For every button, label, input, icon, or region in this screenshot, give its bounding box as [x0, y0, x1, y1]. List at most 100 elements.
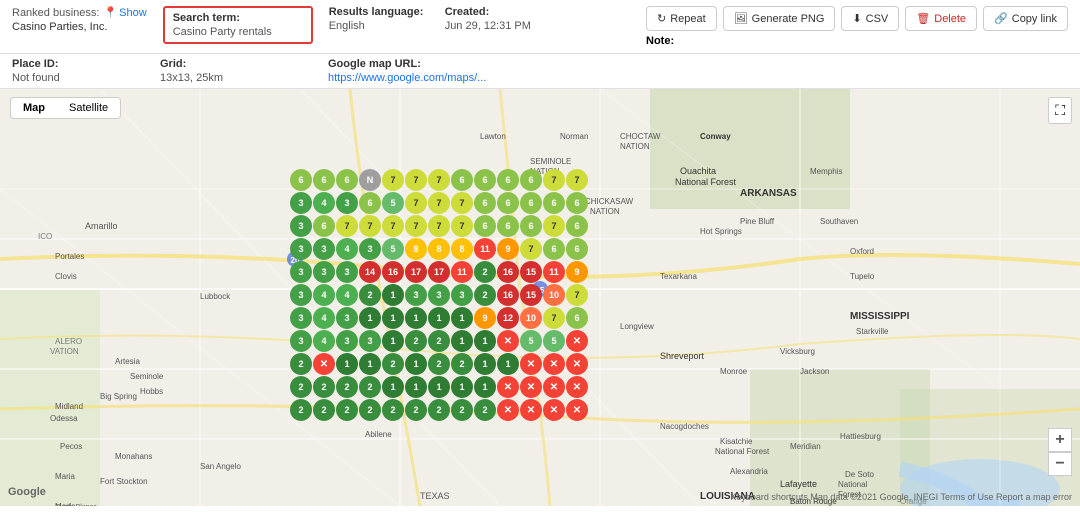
grid-cell[interactable]: 7: [566, 169, 588, 191]
grid-cell[interactable]: ✕: [543, 399, 565, 421]
grid-cell[interactable]: 6: [290, 169, 312, 191]
grid-cell[interactable]: 16: [497, 261, 519, 283]
grid-cell[interactable]: 14: [359, 261, 381, 283]
grid-cell[interactable]: 1: [474, 353, 496, 375]
grid-cell[interactable]: 1: [336, 353, 358, 375]
zoom-in-button[interactable]: +: [1048, 428, 1072, 452]
grid-cell[interactable]: ✕: [566, 353, 588, 375]
grid-cell[interactable]: ✕: [543, 376, 565, 398]
grid-cell[interactable]: 7: [520, 238, 542, 260]
grid-cell[interactable]: ✕: [520, 399, 542, 421]
grid-cell[interactable]: 1: [405, 353, 427, 375]
grid-cell[interactable]: ✕: [520, 376, 542, 398]
grid-cell[interactable]: [359, 445, 381, 467]
grid-cell[interactable]: [543, 422, 565, 444]
grid-cell[interactable]: [451, 422, 473, 444]
grid-cell[interactable]: 1: [497, 353, 519, 375]
grid-cell[interactable]: 6: [497, 169, 519, 191]
grid-cell[interactable]: 3: [336, 330, 358, 352]
grid-cell[interactable]: 5: [382, 192, 404, 214]
grid-cell[interactable]: [520, 422, 542, 444]
grid-cell[interactable]: 11: [474, 238, 496, 260]
grid-cell[interactable]: [474, 422, 496, 444]
grid-cell[interactable]: 3: [290, 284, 312, 306]
grid-cell[interactable]: 10: [543, 284, 565, 306]
grid-cell[interactable]: 1: [359, 353, 381, 375]
grid-cell[interactable]: 6: [313, 169, 335, 191]
grid-cell[interactable]: [497, 422, 519, 444]
grid-cell[interactable]: ✕: [497, 330, 519, 352]
grid-cell[interactable]: 7: [451, 215, 473, 237]
grid-cell[interactable]: 1: [405, 307, 427, 329]
zoom-out-button[interactable]: −: [1048, 452, 1072, 476]
grid-cell[interactable]: 9: [474, 307, 496, 329]
grid-cell[interactable]: 2: [428, 330, 450, 352]
grid-cell[interactable]: 7: [428, 169, 450, 191]
grid-cell[interactable]: [566, 422, 588, 444]
grid-cell[interactable]: 1: [405, 376, 427, 398]
grid-cell[interactable]: [359, 422, 381, 444]
grid-cell[interactable]: 4: [313, 307, 335, 329]
grid-cell[interactable]: 3: [451, 284, 473, 306]
grid-cell[interactable]: 15: [520, 284, 542, 306]
grid-cell[interactable]: 2: [451, 399, 473, 421]
fullscreen-button[interactable]: ⛶: [1048, 97, 1072, 124]
grid-cell[interactable]: 6: [520, 192, 542, 214]
grid-cell[interactable]: 1: [451, 307, 473, 329]
grid-cell[interactable]: 3: [336, 192, 358, 214]
grid-cell[interactable]: 17: [405, 261, 427, 283]
grid-cell[interactable]: 6: [543, 238, 565, 260]
grid-cell[interactable]: 4: [313, 330, 335, 352]
grid-cell[interactable]: 11: [451, 261, 473, 283]
grid-cell[interactable]: 3: [336, 261, 358, 283]
grid-cell[interactable]: 2: [428, 399, 450, 421]
grid-cell[interactable]: 7: [382, 169, 404, 191]
grid-cell[interactable]: [474, 445, 496, 467]
grid-cell[interactable]: [497, 445, 519, 467]
grid-cell[interactable]: 7: [428, 215, 450, 237]
grid-cell[interactable]: ✕: [497, 399, 519, 421]
grid-cell[interactable]: [428, 422, 450, 444]
grid-cell[interactable]: 4: [313, 284, 335, 306]
grid-cell[interactable]: 2: [451, 353, 473, 375]
grid-cell[interactable]: 6: [566, 215, 588, 237]
grid-cell[interactable]: [336, 445, 358, 467]
grid-cell[interactable]: 2: [474, 399, 496, 421]
grid-cell[interactable]: 1: [428, 376, 450, 398]
grid-cell[interactable]: 6: [543, 192, 565, 214]
grid-cell[interactable]: 7: [451, 192, 473, 214]
grid-cell[interactable]: [382, 422, 404, 444]
csv-button[interactable]: ⬇ CSV: [841, 6, 899, 31]
grid-cell[interactable]: 7: [428, 192, 450, 214]
grid-cell[interactable]: 1: [382, 376, 404, 398]
grid-cell[interactable]: [428, 445, 450, 467]
grid-cell[interactable]: 1: [474, 376, 496, 398]
grid-cell[interactable]: 8: [428, 238, 450, 260]
grid-cell[interactable]: 7: [543, 307, 565, 329]
grid-cell[interactable]: 7: [405, 192, 427, 214]
grid-cell[interactable]: 1: [451, 330, 473, 352]
grid-cell[interactable]: 16: [497, 284, 519, 306]
grid-cell[interactable]: 7: [543, 169, 565, 191]
grid-cell[interactable]: ✕: [566, 376, 588, 398]
grid-cell[interactable]: 4: [336, 284, 358, 306]
grid-cell[interactable]: 2: [359, 399, 381, 421]
grid-cell[interactable]: 1: [382, 284, 404, 306]
map-tab-map[interactable]: Map: [11, 98, 57, 118]
grid-cell[interactable]: 3: [313, 238, 335, 260]
grid-cell[interactable]: 7: [382, 215, 404, 237]
grid-cell[interactable]: 9: [566, 261, 588, 283]
grid-cell[interactable]: 6: [566, 192, 588, 214]
grid-cell[interactable]: 3: [290, 307, 312, 329]
grid-cell[interactable]: ✕: [497, 376, 519, 398]
grid-cell[interactable]: 5: [543, 330, 565, 352]
grid-cell[interactable]: 3: [290, 192, 312, 214]
map-tab-satellite[interactable]: Satellite: [57, 98, 120, 118]
grid-cell[interactable]: 2: [336, 376, 358, 398]
grid-cell[interactable]: [566, 445, 588, 467]
grid-cell[interactable]: 6: [474, 169, 496, 191]
repeat-button[interactable]: ↻ Repeat: [646, 6, 717, 31]
grid-cell[interactable]: 3: [290, 238, 312, 260]
grid-cell[interactable]: ✕: [566, 330, 588, 352]
grid-cell[interactable]: 3: [359, 330, 381, 352]
